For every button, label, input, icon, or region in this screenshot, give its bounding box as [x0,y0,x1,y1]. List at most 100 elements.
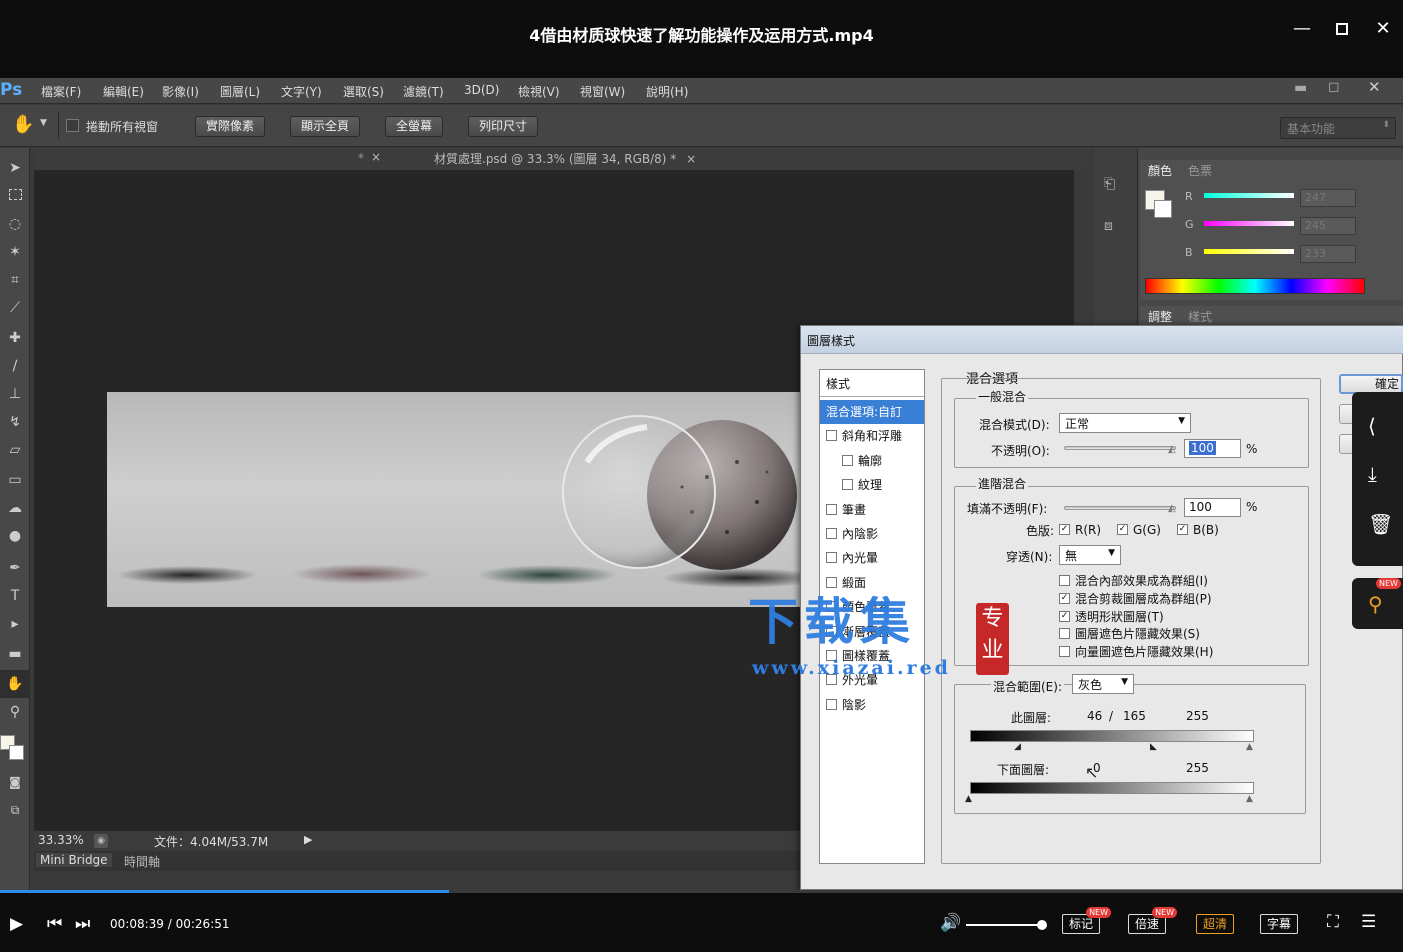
color-spectrum-bar[interactable] [1145,278,1365,294]
workspace-select[interactable]: 基本功能 ⬍ [1280,117,1396,139]
ps-maximize-icon[interactable]: ◻ [1328,79,1340,95]
tab-swatches[interactable]: 色票 [1188,162,1212,179]
dodge-tool-icon[interactable]: ● [0,522,30,550]
crop-tool-icon[interactable]: ⌗ [0,266,30,294]
advanced-option-checkbox[interactable]: 向量圖遮色片隱藏效果(H) [1059,643,1213,660]
under-layer-high-thumb[interactable]: ▲ [1246,794,1253,804]
g-slider[interactable] [1204,221,1294,226]
menu-layer[interactable]: 圖層(L) [220,83,260,100]
fill-opacity-input[interactable]: 100 [1184,498,1241,517]
share-icon[interactable]: ⟨ [1368,414,1376,438]
history-brush-tool-icon[interactable]: ↯ [0,408,30,436]
subtitle-button[interactable]: 字幕 [1260,914,1299,934]
move-tool-icon[interactable]: ➤ [0,154,30,182]
pin-button[interactable]: ⚲ NEW [1352,578,1403,629]
advanced-option-checkbox[interactable]: ✓ 透明形狀圖層(T) [1059,608,1164,625]
menu-image[interactable]: 影像(I) [162,83,199,100]
r-value[interactable]: 247 [1300,189,1356,207]
r-slider[interactable] [1204,193,1294,198]
print-size-button[interactable]: 列印尺寸 [468,116,539,137]
menu-type[interactable]: 文字(Y) [281,83,322,100]
background-color-swatch[interactable] [9,745,24,760]
style-item[interactable]: 筆畫 [820,498,924,522]
document-tab-close-icon[interactable]: × [686,152,696,166]
shape-tool-icon[interactable]: ▬ [0,640,30,668]
minimize-icon[interactable]: — [1287,18,1317,42]
type-tool-icon[interactable]: T [0,582,30,610]
this-layer-high-thumb[interactable]: ▲ [1246,742,1253,752]
progress-bar[interactable] [0,890,1403,893]
clone-stamp-tool-icon[interactable]: ⊥ [0,380,30,408]
next-icon[interactable]: ⏭ [75,914,90,934]
actual-pixels-button[interactable]: 實際像素 [195,116,266,137]
screen-mode-icon[interactable]: ⧉ [0,796,30,824]
tab-color[interactable]: 顏色 [1148,162,1172,179]
pen-tool-icon[interactable]: ✒ [0,554,30,582]
quick-mask-icon[interactable]: ◙ [0,768,30,796]
status-menu-arrow-icon[interactable]: ▶ [304,833,312,846]
advanced-option-checkbox[interactable]: 圖層遮色片隱藏效果(S) [1059,625,1200,642]
download-icon[interactable]: ⤓ [1368,462,1377,486]
style-checkbox[interactable] [826,503,837,515]
previous-icon[interactable]: ⏮ [47,914,62,934]
style-checkbox[interactable] [826,430,837,442]
hand-tool-active-icon[interactable]: ✋ [0,670,30,698]
volume-slider[interactable] [966,924,1042,926]
properties-panel-icon[interactable]: ⧈ [1104,218,1113,234]
style-item[interactable]: 輪廓 [820,449,924,473]
magic-wand-tool-icon[interactable]: ✶ [0,238,30,266]
close-icon[interactable]: ✕ [1368,18,1398,42]
menu-filter[interactable]: 濾鏡(T) [403,83,444,100]
style-checkbox[interactable] [842,479,853,491]
path-selection-tool-icon[interactable]: ▸ [0,610,30,638]
this-layer-low-thumb[interactable]: ◢ [1014,742,1021,752]
fill-opacity-slider[interactable] [1064,506,1176,510]
this-layer-mid-thumb[interactable]: ◣ [1150,742,1157,752]
opacity-slider[interactable] [1064,446,1176,450]
mark-button[interactable]: 标记 NEW [1062,907,1112,934]
ps-close-icon[interactable]: ✕ [1368,78,1381,96]
gradient-tool-icon[interactable]: ▭ [0,466,30,494]
scroll-all-checkbox[interactable] [66,119,79,132]
style-item[interactable]: 紋理 [820,473,924,497]
menu-help[interactable]: 說明(H) [646,83,688,100]
knockout-select[interactable]: 無 ▼ [1059,545,1121,565]
style-item[interactable]: 內光暈 [820,546,924,570]
opacity-slider-thumb[interactable]: ◭ [1168,444,1176,455]
blend-if-select[interactable]: 灰色 ▼ [1072,674,1134,694]
playlist-icon[interactable]: ☰ [1361,912,1376,932]
channel-g-checkbox[interactable]: ✓ G(G) [1117,523,1161,537]
under-layer-low-thumb[interactable]: ▲ [965,794,972,804]
delete-icon[interactable]: 🗑 [1368,512,1393,536]
tab-adjustments[interactable]: 調整 [1148,308,1172,325]
tab-mini-bridge[interactable]: Mini Bridge [36,853,112,867]
fill-screen-button[interactable]: 全螢幕 [385,116,444,137]
channel-b-checkbox[interactable]: ✓ B(B) [1177,523,1219,537]
volume-icon[interactable]: 🔊 [940,913,961,933]
menu-view[interactable]: 檢視(V) [518,83,560,100]
style-checkbox[interactable] [826,528,837,539]
prev-tab-close-icon[interactable]: × [371,150,381,164]
b-slider[interactable] [1204,249,1294,254]
status-info-icon[interactable]: ◉ [94,834,108,848]
dialog-titlebar[interactable]: 圖層樣式 [801,326,1403,354]
hand-tool-icon[interactable]: ✋ [12,114,34,135]
history-panel-icon[interactable]: ⎗ [1104,176,1115,192]
style-item-selected[interactable]: 混合選項:自訂 [820,400,924,424]
ok-button[interactable]: 確定 [1339,374,1403,394]
menu-window[interactable]: 視窗(W) [580,83,625,100]
volume-thumb[interactable] [1037,920,1047,930]
lasso-tool-icon[interactable]: ◌ [0,210,30,238]
style-item[interactable]: 斜角和浮雕 [820,424,924,448]
tab-timeline[interactable]: 時間軸 [120,853,164,870]
b-value[interactable]: 233 [1300,245,1356,263]
style-item[interactable]: 陰影 [820,693,924,717]
maximize-icon[interactable] [1327,18,1357,42]
brush-tool-icon[interactable]: ∕ [0,352,30,380]
g-value[interactable]: 245 [1300,217,1356,235]
quality-button[interactable]: 超清 [1196,914,1235,934]
marquee-tool-icon[interactable] [0,182,30,210]
document-tab[interactable]: 材質處理.psd @ 33.3% (圖層 34, RGB/8) * × [426,148,704,170]
blend-mode-select[interactable]: 正常 ▼ [1059,413,1191,433]
fill-opacity-slider-thumb[interactable]: ◭ [1168,503,1176,514]
